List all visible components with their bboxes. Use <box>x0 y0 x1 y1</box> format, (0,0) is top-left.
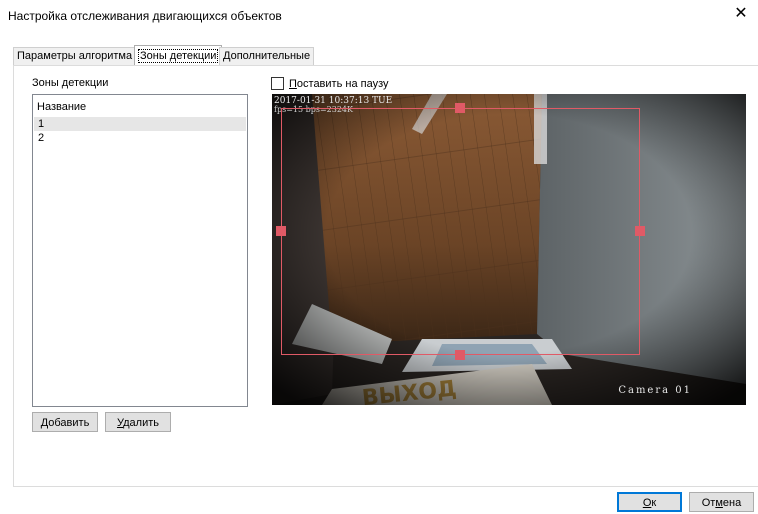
button-label: к <box>651 497 657 509</box>
list-column-header: Название <box>37 101 87 113</box>
zone-handle-left[interactable] <box>276 226 286 236</box>
list-item[interactable]: 1 <box>34 117 246 131</box>
mnemonic: м <box>715 497 723 509</box>
pause-checkbox[interactable] <box>271 77 284 90</box>
zone-handle-bottom[interactable] <box>455 350 465 360</box>
osd-camera-label: Camera 01 <box>618 385 692 396</box>
pause-toggle[interactable]: Поставить на паузу <box>271 77 389 90</box>
cancel-button[interactable]: Отмена <box>689 492 754 512</box>
close-icon[interactable]: ✕ <box>732 5 750 23</box>
button-label: обавить <box>48 417 90 429</box>
zones-list[interactable]: Название 1 2 <box>32 94 248 407</box>
tab-algorithm-params[interactable]: Параметры алгоритма <box>13 47 137 65</box>
tab-additional[interactable]: Дополнительные <box>219 47 315 65</box>
tab-label: Параметры алгоритма <box>17 50 133 62</box>
zone-handle-right[interactable] <box>635 226 645 236</box>
tab-detection-zones[interactable]: Зоны детекции <box>134 45 223 66</box>
tab-label: Зоны детекции <box>138 49 219 63</box>
zone-handle-top[interactable] <box>455 103 465 113</box>
title-bar: Настройка отслеживания двигающихся объек… <box>0 0 758 30</box>
detection-zone-rectangle[interactable] <box>281 108 640 355</box>
button-label: От <box>701 497 716 509</box>
pause-label: Поставить на паузу <box>289 77 389 90</box>
tab-label: Дополнительные <box>223 50 311 62</box>
window-title: Настройка отслеживания двигающихся объек… <box>8 9 282 23</box>
list-item[interactable]: 2 <box>34 131 246 145</box>
zones-section-label: Зоны детекции <box>32 77 109 89</box>
button-label: далить <box>123 417 159 429</box>
add-button[interactable]: Добавить <box>32 412 98 432</box>
button-label: ена <box>722 497 742 509</box>
ok-button[interactable]: Ок <box>617 492 682 512</box>
delete-button[interactable]: Удалить <box>105 412 171 432</box>
